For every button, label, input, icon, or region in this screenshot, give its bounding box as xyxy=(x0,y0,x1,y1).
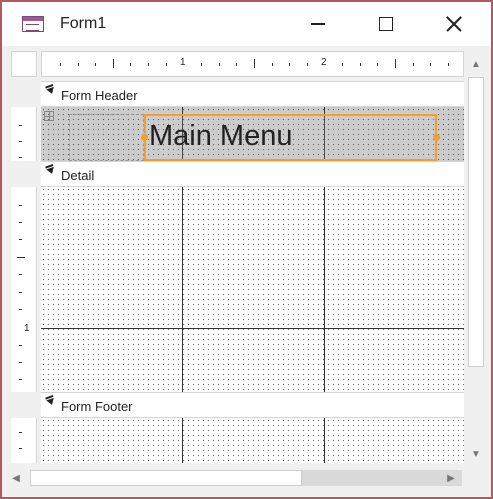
ruler-tick xyxy=(289,63,290,66)
ruler-corner-select-form[interactable] xyxy=(11,51,37,77)
maximize-icon xyxy=(379,17,393,31)
ruler-tick xyxy=(430,63,431,66)
detail-grid[interactable] xyxy=(41,187,464,392)
ruler-tick xyxy=(360,63,361,66)
ruler-tick xyxy=(78,63,79,66)
close-icon xyxy=(446,16,462,32)
horizontal-scrollbar[interactable]: ◀ ▶ xyxy=(2,466,491,490)
move-handle-icon[interactable] xyxy=(44,111,54,121)
ruler-tick xyxy=(395,59,396,68)
grid-line xyxy=(182,418,183,463)
close-button[interactable] xyxy=(431,2,477,46)
ruler-tick xyxy=(148,63,149,66)
vertical-scrollbar[interactable]: ▲ ▼ xyxy=(464,51,488,466)
vertical-ruler[interactable]: 1 xyxy=(11,81,37,463)
ruler-tick xyxy=(166,63,167,66)
ruler-section-spacer xyxy=(11,392,37,418)
ruler-number-2: 2 xyxy=(321,57,327,68)
ruler-tick xyxy=(19,157,22,158)
form-header-label: Form Header xyxy=(61,88,138,103)
ruler-tick xyxy=(236,63,237,66)
ruler-tick xyxy=(272,63,273,66)
grid-line xyxy=(324,187,325,392)
form-header-section-bar[interactable]: Form Header xyxy=(41,81,464,107)
minimize-button[interactable] xyxy=(295,2,341,46)
ruler-tick xyxy=(19,448,22,449)
ruler-tick xyxy=(307,63,308,66)
form-footer-label: Form Footer xyxy=(61,399,133,414)
ruler-tick xyxy=(60,63,61,66)
control-layout-outline xyxy=(69,114,144,161)
grid-line xyxy=(41,328,464,329)
ruler-section-spacer xyxy=(11,81,37,107)
section-arrow-icon xyxy=(46,86,56,96)
detail-label: Detail xyxy=(61,168,95,183)
ruler-tick xyxy=(201,63,202,66)
main-menu-label-text: Main Menu xyxy=(149,120,293,152)
section-arrow-icon xyxy=(46,397,56,407)
ruler-tick xyxy=(19,379,22,380)
ruler-tick xyxy=(19,125,22,126)
section-arrow-icon xyxy=(46,166,56,176)
ruler-number-1: 1 xyxy=(180,57,186,68)
ruler-tick xyxy=(19,309,22,310)
ruler-tick xyxy=(19,345,22,346)
main-menu-label-control[interactable]: Main Menu xyxy=(144,114,437,161)
ruler-tick xyxy=(19,222,22,223)
form-footer-section-bar[interactable]: Form Footer xyxy=(41,392,464,418)
window-title: Form1 xyxy=(60,15,107,32)
grid-line xyxy=(182,187,183,392)
detail-section-bar[interactable]: Detail xyxy=(41,161,464,187)
horizontal-scroll-thumb[interactable] xyxy=(30,470,302,486)
form-design-surface[interactable]: Form Header Main Menu Detail Form Footer xyxy=(41,81,464,463)
scroll-down-arrow-icon[interactable]: ▼ xyxy=(464,443,488,465)
ruler-tick xyxy=(19,239,22,240)
scroll-left-arrow-icon[interactable]: ◀ xyxy=(4,467,28,489)
resize-handle-right[interactable] xyxy=(433,134,440,141)
ruler-section-spacer xyxy=(11,161,37,187)
horizontal-ruler[interactable]: 1 2 xyxy=(41,51,464,77)
ruler-tick xyxy=(19,141,22,142)
ruler-tick xyxy=(448,63,449,66)
ruler-tick xyxy=(113,59,114,68)
scroll-right-arrow-icon[interactable]: ▶ xyxy=(439,467,463,489)
scroll-up-arrow-icon[interactable]: ▲ xyxy=(464,53,488,75)
ruler-number-1-vertical: 1 xyxy=(24,323,30,334)
ruler-tick xyxy=(95,63,96,66)
ruler-tick xyxy=(17,257,25,258)
maximize-button[interactable] xyxy=(363,2,409,46)
vertical-scroll-thumb[interactable] xyxy=(468,77,484,367)
ruler-tick xyxy=(19,274,22,275)
ruler-tick xyxy=(19,362,22,363)
minimize-icon xyxy=(311,23,325,25)
ruler-tick xyxy=(254,59,255,68)
form-design-window: Form1 1 2 1 Form Header Main Menu Detail… xyxy=(0,0,493,499)
ruler-tick xyxy=(342,63,343,66)
title-bar[interactable]: Form1 xyxy=(2,2,491,46)
form-footer-grid[interactable] xyxy=(41,418,464,463)
ruler-tick xyxy=(130,63,131,66)
ruler-tick xyxy=(19,205,22,206)
ruler-tick xyxy=(219,63,220,66)
resize-handle-left[interactable] xyxy=(141,134,148,141)
ruler-tick xyxy=(413,63,414,66)
ruler-tick xyxy=(19,292,22,293)
grid-line xyxy=(324,418,325,463)
access-form-icon[interactable] xyxy=(22,16,44,32)
ruler-tick xyxy=(19,432,22,433)
horizontal-scroll-track[interactable] xyxy=(302,470,462,486)
ruler-tick xyxy=(377,63,378,66)
